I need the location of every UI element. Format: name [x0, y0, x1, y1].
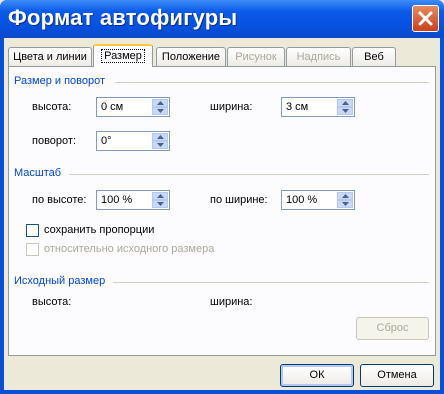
down-arrow-icon	[342, 202, 349, 206]
window-title: Формат автофигуры	[8, 5, 238, 30]
relative-size-checkbox[interactable]	[26, 243, 39, 256]
rotation-label: поворот:	[32, 135, 76, 147]
divider	[69, 174, 429, 175]
up-arrow-icon	[157, 101, 164, 105]
down-arrow-icon	[342, 109, 349, 113]
height-value: 0 см	[101, 101, 124, 113]
original-size-heading: Исходный размер	[14, 275, 106, 287]
down-arrow-icon	[157, 202, 164, 206]
spin-up-button[interactable]	[337, 192, 353, 200]
original-width-label: ширина:	[210, 296, 253, 308]
scale-heading: Масштаб	[14, 167, 62, 179]
spin-up-button[interactable]	[152, 99, 168, 107]
spin-up-button[interactable]	[152, 192, 168, 200]
width-label: ширина:	[210, 101, 253, 113]
ok-button[interactable]: ОК	[280, 364, 354, 387]
height-spinner[interactable]: 0 см	[96, 97, 170, 117]
spin-down-button[interactable]	[152, 200, 168, 208]
tab-textbox[interactable]: Надпись	[286, 47, 351, 66]
tab-label: Веб	[364, 51, 384, 63]
tab-label: Положение	[161, 51, 221, 63]
divider	[113, 282, 429, 283]
scale-height-label: по высоте:	[32, 194, 87, 206]
size-tab-panel: Размер и поворот высота: 0 см ширина: 3 …	[8, 66, 436, 356]
reset-label: Сброс	[376, 322, 409, 334]
cancel-button[interactable]: Отмена	[360, 364, 434, 387]
tab-colors-lines[interactable]: Цвета и линии	[8, 47, 92, 66]
width-spinner[interactable]: 3 см	[281, 97, 355, 117]
lock-aspect-label[interactable]: сохранить пропорции	[44, 224, 154, 236]
tab-label: Рисунок	[235, 51, 277, 63]
spin-down-button[interactable]	[152, 141, 168, 149]
lock-aspect-checkbox[interactable]	[26, 224, 39, 237]
dialog-body: Цвета и линии Размер Положение Рисунок Н…	[4, 38, 440, 390]
tab-label: Цвета и линии	[13, 51, 87, 63]
scale-width-spinner[interactable]: 100 %	[281, 190, 355, 210]
tab-web[interactable]: Веб	[352, 47, 396, 66]
tab-label: Размер	[101, 49, 145, 63]
up-arrow-icon	[157, 194, 164, 198]
up-arrow-icon	[342, 101, 349, 105]
spin-down-button[interactable]	[337, 200, 353, 208]
tab-size[interactable]: Размер	[93, 44, 153, 67]
spin-down-button[interactable]	[152, 107, 168, 115]
reset-button[interactable]: Сброс	[356, 317, 429, 340]
rotation-value: 0°	[101, 135, 112, 147]
spin-down-button[interactable]	[337, 107, 353, 115]
rotation-spinner[interactable]: 0°	[96, 131, 170, 151]
cancel-label: Отмена	[377, 369, 417, 381]
spin-up-button[interactable]	[152, 133, 168, 141]
close-button[interactable]	[412, 5, 439, 32]
original-height-label: высота:	[32, 296, 72, 308]
size-rotation-heading: Размер и поворот	[14, 75, 106, 87]
tab-label: Надпись	[296, 51, 341, 63]
divider	[115, 82, 429, 83]
down-arrow-icon	[157, 109, 164, 113]
relative-size-label[interactable]: относительно исходного размера	[44, 243, 214, 255]
up-arrow-icon	[342, 194, 349, 198]
height-label: высота:	[32, 101, 72, 113]
ok-label: ОК	[309, 369, 325, 381]
tab-picture[interactable]: Рисунок	[227, 47, 285, 66]
up-arrow-icon	[157, 135, 164, 139]
scale-height-value: 100 %	[101, 194, 133, 206]
spin-up-button[interactable]	[337, 99, 353, 107]
close-icon	[418, 11, 433, 26]
width-value: 3 см	[286, 101, 309, 113]
down-arrow-icon	[157, 143, 164, 147]
scale-height-spinner[interactable]: 100 %	[96, 190, 170, 210]
dialog-window: Формат автофигуры Цвета и линии Размер П…	[0, 0, 444, 394]
scale-width-value: 100 %	[286, 194, 318, 206]
scale-width-label: по ширине:	[210, 194, 268, 206]
title-bar[interactable]: Формат автофигуры	[0, 0, 444, 38]
tab-position[interactable]: Положение	[156, 47, 226, 66]
